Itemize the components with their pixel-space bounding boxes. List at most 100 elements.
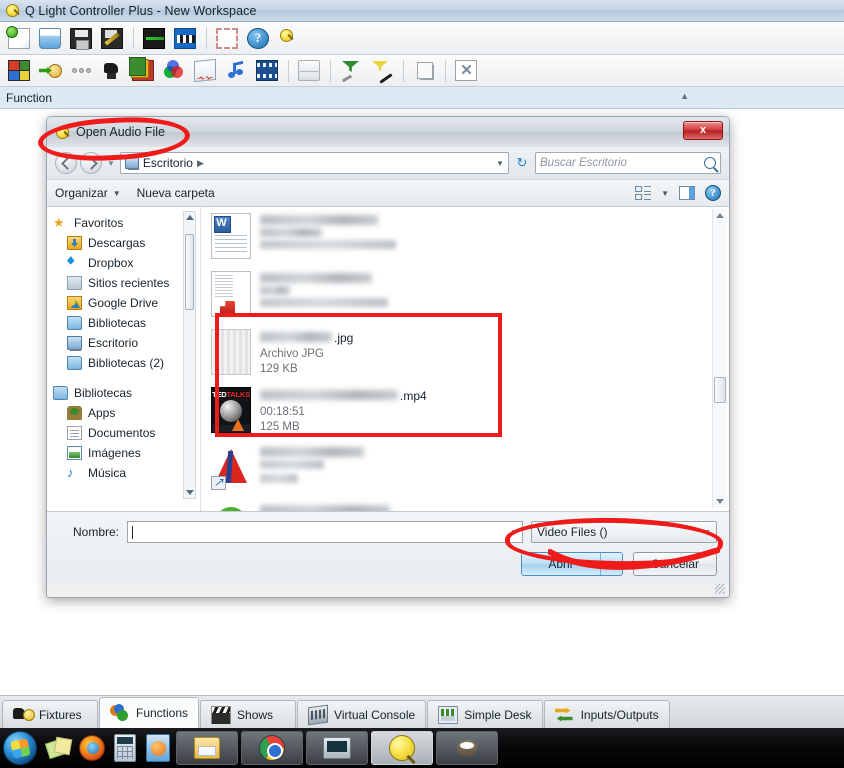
add-audio-button[interactable] [221, 57, 251, 85]
sidebar-item-label: Dropbox [88, 256, 134, 270]
add-video-button[interactable] [252, 57, 282, 85]
forward-arrow-icon[interactable] [80, 152, 102, 174]
calculator-icon[interactable] [114, 734, 136, 762]
sidebar-item-apps[interactable]: Apps [55, 403, 200, 423]
list-item[interactable] [201, 439, 729, 497]
chevron-right-icon[interactable]: ▶ [197, 158, 204, 169]
save-as-button[interactable] [97, 24, 127, 52]
list-item[interactable] [201, 207, 729, 265]
sidebar-item-descargas[interactable]: Descargas [55, 233, 200, 253]
sidebar-scrollbar[interactable] [183, 211, 196, 499]
clone-function-button[interactable] [409, 57, 439, 85]
breadcrumb[interactable]: Escritorio [143, 156, 193, 170]
chevron-down-icon[interactable]: ▼ [661, 189, 669, 198]
organize-menu-button[interactable]: Organizar ▼ [55, 186, 121, 200]
scrollbar-thumb[interactable] [714, 377, 726, 403]
sticky-notes-icon[interactable] [44, 733, 74, 763]
dmx-address-tool-button[interactable] [170, 24, 200, 52]
new-folder-button[interactable]: Nueva carpeta [137, 186, 215, 200]
list-item[interactable]: TEDTALKS .mp4 00:18:51 125 MB [201, 381, 729, 439]
scene-grid-icon [8, 60, 30, 81]
chevron-down-icon: ▼ [703, 527, 711, 537]
scroll-down-arrow-icon[interactable] [716, 499, 724, 504]
resize-grip[interactable] [715, 584, 725, 594]
list-item[interactable]: .jpg Archivo JPG 129 KB [201, 323, 729, 381]
sidebar-item-escritorio[interactable]: Escritorio [55, 333, 200, 353]
file-explorer-icon[interactable] [176, 731, 238, 765]
add-rgb-matrix-button[interactable] [159, 57, 189, 85]
address-bar[interactable]: Escritorio ▶ ▼ [119, 152, 509, 174]
fullscreen-button[interactable] [212, 24, 242, 52]
open-button-dropdown-icon[interactable]: ▼ [600, 553, 622, 575]
back-arrow-icon[interactable] [55, 152, 77, 174]
windows-start-orb[interactable] [3, 731, 37, 765]
search-input[interactable]: Buscar Escritorio [535, 152, 721, 174]
tab-simple-desk[interactable]: Simple Desk [427, 700, 543, 728]
chevron-down-icon[interactable]: ▼ [510, 528, 518, 537]
add-script-button[interactable] [190, 57, 220, 85]
gimp-icon[interactable] [436, 731, 498, 765]
help-icon[interactable]: ? [705, 185, 721, 201]
cancel-button[interactable]: Cancelar [633, 552, 717, 576]
filename-input[interactable]: ▼ [127, 521, 523, 543]
chrome-icon[interactable] [241, 731, 303, 765]
qlc-plus-icon[interactable] [371, 731, 433, 765]
new-workspace-button[interactable] [4, 24, 34, 52]
monitor-button[interactable] [139, 24, 169, 52]
close-icon[interactable]: x [683, 121, 723, 140]
function-column-header[interactable]: Function ▲ [0, 87, 844, 109]
file-list-scrollbar[interactable] [712, 209, 727, 508]
sidebar-item-imagenes[interactable]: Imágenes [55, 443, 200, 463]
tab-functions[interactable]: Functions [99, 697, 200, 728]
add-efx-button[interactable] [66, 57, 96, 85]
add-collection-button[interactable] [128, 57, 158, 85]
sidebar-group-favoritos[interactable]: ★ Favoritos [53, 213, 200, 233]
sidebar-item-sitios-recientes[interactable]: Sitios recientes [55, 273, 200, 293]
sidebar-group-bibliotecas[interactable]: Bibliotecas [53, 383, 200, 403]
open-workspace-button[interactable] [35, 24, 65, 52]
sidebar-item-dropbox[interactable]: Dropbox [55, 253, 200, 273]
scroll-down-arrow-icon[interactable] [186, 490, 194, 495]
sidebar-item-label: Sitios recientes [88, 276, 170, 290]
tab-shows[interactable]: Shows [200, 700, 297, 728]
refresh-icon[interactable]: ↻ [512, 152, 532, 174]
tab-inputs-outputs[interactable]: Inputs/Outputs [543, 700, 670, 728]
chevron-down-icon[interactable]: ▼ [496, 159, 504, 168]
tab-fixtures[interactable]: Fixtures [2, 700, 98, 728]
file-subtitle [260, 460, 324, 469]
chevron-down-icon: ▼ [112, 188, 121, 198]
open-button[interactable]: Abrir ▼ [521, 552, 623, 576]
sidebar-item-google-drive[interactable]: Google Drive [55, 293, 200, 313]
preview-pane-icon[interactable] [679, 186, 695, 200]
filename-label: Nombre: [72, 525, 119, 539]
scroll-up-arrow-icon[interactable] [716, 213, 724, 218]
firefox-icon[interactable] [77, 733, 107, 763]
scrollbar-thumb[interactable] [185, 234, 194, 310]
chevron-down-icon[interactable]: ▼ [107, 159, 115, 168]
delete-function-button[interactable] [451, 57, 481, 85]
add-folder-button[interactable] [294, 57, 324, 85]
sidebar-item-bibliotecas[interactable]: Bibliotecas [55, 313, 200, 333]
places-sidebar[interactable]: ★ Favoritos Descargas Dropbox Sitios rec… [47, 207, 201, 511]
list-item[interactable] [201, 497, 729, 511]
wizard-button[interactable] [367, 57, 397, 85]
save-workspace-button[interactable] [66, 24, 96, 52]
file-type-filter-select[interactable]: Video Files () ▼ [531, 521, 717, 543]
sidebar-item-documentos[interactable]: Documentos [55, 423, 200, 443]
add-scene-button[interactable] [4, 57, 34, 85]
view-list-icon[interactable] [635, 186, 652, 200]
file-list[interactable]: .jpg Archivo JPG 129 KB TEDTALKS .mp4 [201, 207, 729, 511]
help-button[interactable] [243, 24, 273, 52]
add-chaser-button[interactable] [35, 57, 65, 85]
windows-media-player-icon[interactable] [146, 734, 170, 762]
chaser-arrow-icon [39, 60, 62, 81]
blackout-button[interactable] [274, 24, 304, 52]
sidebar-item-musica[interactable]: ♪ Música [55, 463, 200, 483]
select-all-button[interactable] [336, 57, 366, 85]
tab-virtual-console[interactable]: Virtual Console [297, 700, 427, 728]
list-item[interactable] [201, 265, 729, 323]
add-sequence-button[interactable] [97, 57, 127, 85]
scroll-up-arrow-icon[interactable] [186, 215, 194, 220]
system-monitor-icon[interactable] [306, 731, 368, 765]
sidebar-item-bibliotecas-2[interactable]: Bibliotecas (2) [55, 353, 200, 373]
